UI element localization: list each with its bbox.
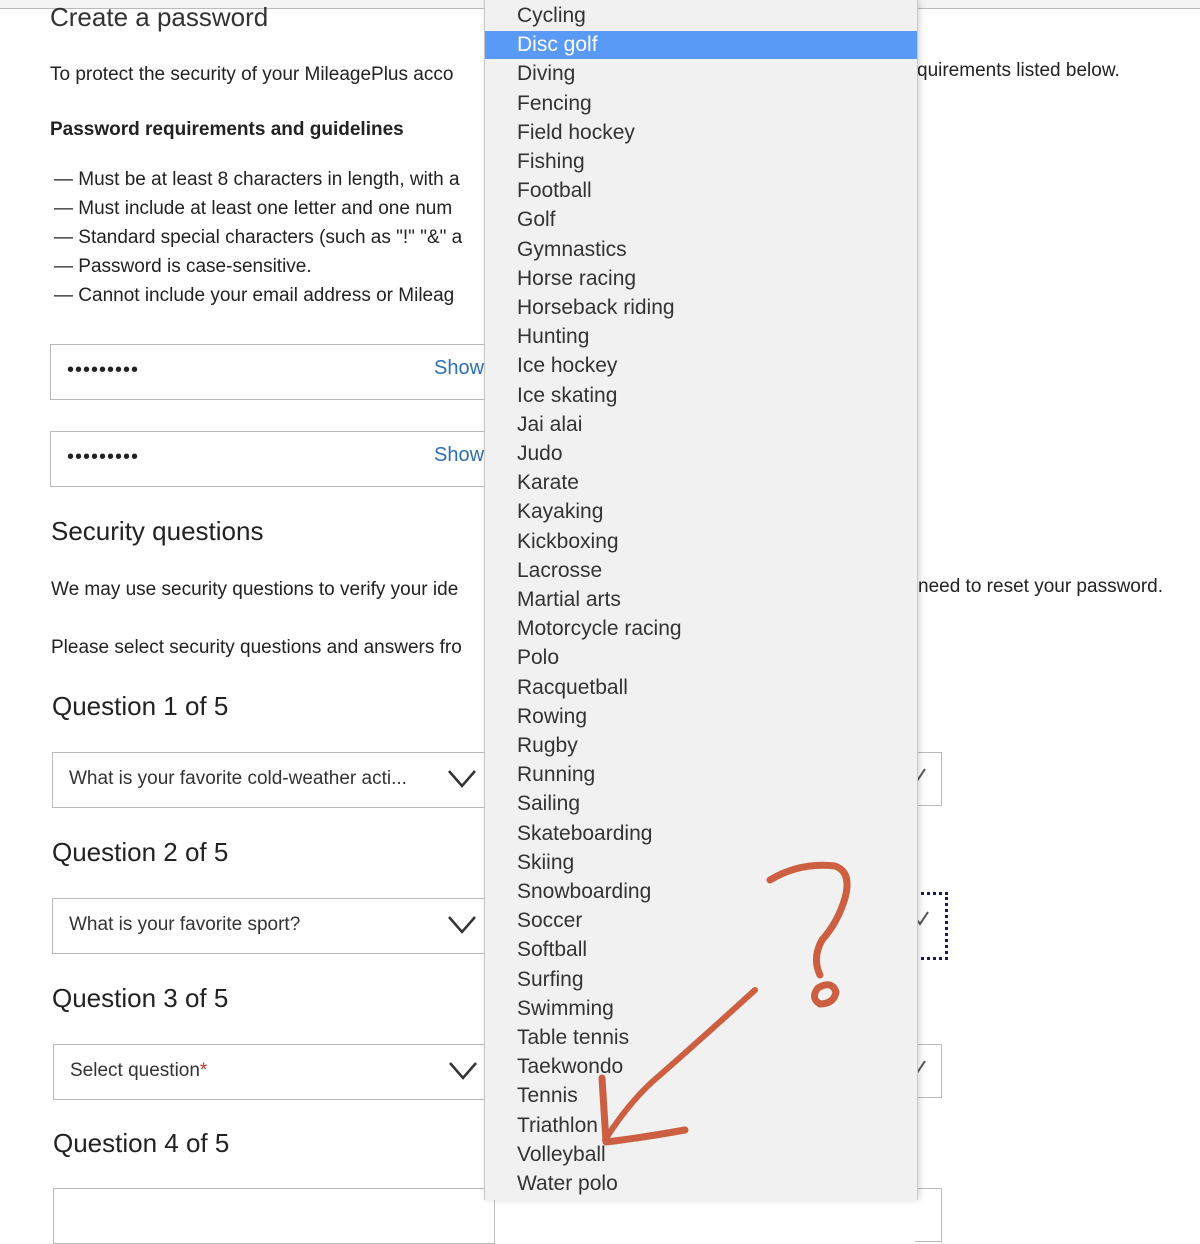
dropdown-option[interactable]: Martial arts	[485, 586, 917, 614]
question-1-value: What is your favorite cold-weather acti.…	[69, 768, 407, 789]
dropdown-option[interactable]: Rowing	[485, 703, 917, 731]
dropdown-option[interactable]: Golf	[485, 206, 917, 234]
confirm-password-value: •••••••••	[67, 446, 140, 468]
requirement-item: — Standard special characters (such as "…	[54, 227, 463, 248]
intro-text: To protect the security of your MileageP…	[50, 64, 454, 85]
security-intro-text: We may use security questions to verify …	[51, 579, 459, 600]
dropdown-option[interactable]: Volleyball	[485, 1141, 917, 1169]
dropdown-option[interactable]: Lacrosse	[485, 557, 917, 585]
dropdown-option[interactable]: Rugby	[485, 732, 917, 760]
dropdown-option[interactable]: Horse racing	[485, 265, 917, 293]
dropdown-option[interactable]: Hunting	[485, 323, 917, 351]
dropdown-option[interactable]: Water polo	[485, 1170, 917, 1198]
question-1-select[interactable]: What is your favorite cold-weather acti.…	[52, 752, 494, 808]
question-4-select[interactable]	[53, 1188, 495, 1244]
requirement-item: — Must be at least 8 characters in lengt…	[54, 169, 460, 190]
requirement-item: — Must include at least one letter and o…	[54, 198, 453, 219]
answer-3-field-edge[interactable]	[911, 1044, 942, 1098]
dropdown-option[interactable]: Cycling	[485, 2, 917, 30]
show-confirm-password-button[interactable]: Show	[434, 444, 484, 467]
answer-1-field-edge[interactable]	[911, 752, 942, 806]
dropdown-option[interactable]: Field hockey	[485, 119, 917, 147]
security-intro-text-continued: need to reset your password.	[918, 576, 1164, 597]
answer-4-field-edge[interactable]	[915, 1188, 942, 1242]
dropdown-option[interactable]: Table tennis	[485, 1024, 917, 1052]
dropdown-option[interactable]: Triathlon	[485, 1112, 917, 1140]
dropdown-option[interactable]: Snowboarding	[485, 878, 917, 906]
password-value: •••••••••	[67, 359, 140, 381]
page-title: Create a password	[50, 2, 269, 32]
question-3-placeholder: Select question*	[70, 1060, 207, 1082]
dropdown-option[interactable]: Karate	[485, 469, 917, 497]
dropdown-option[interactable]: Ice hockey	[485, 352, 917, 380]
dropdown-option[interactable]: Kayaking	[485, 498, 917, 526]
chevron-down-icon	[449, 1062, 477, 1080]
dropdown-option[interactable]: Softball	[485, 936, 917, 964]
dropdown-option[interactable]: Motorcycle racing	[485, 615, 917, 643]
dropdown-option[interactable]: Judo	[485, 440, 917, 468]
dropdown-option[interactable]: Soccer	[485, 907, 917, 935]
chevron-down-icon	[448, 916, 476, 934]
sport-dropdown-list[interactable]: Cycling Disc golf Diving Fencing Field hocke…	[484, 0, 918, 1200]
dropdown-option[interactable]: Disc golf	[485, 31, 917, 60]
dropdown-option[interactable]: Fishing	[485, 148, 917, 176]
dropdown-option[interactable]: Gymnastics	[485, 236, 917, 264]
question-3-value: Select question	[70, 1060, 200, 1081]
dropdown-option[interactable]: Running	[485, 761, 917, 789]
dropdown-option[interactable]: Jai alai	[485, 411, 917, 439]
intro-text-continued: quirements listed below.	[917, 60, 1120, 81]
chevron-down-icon	[448, 770, 476, 788]
dropdown-option[interactable]: Racquetball	[485, 674, 917, 702]
show-password-button[interactable]: Show	[434, 357, 484, 380]
dropdown-option[interactable]: Skiing	[485, 849, 917, 877]
dropdown-option[interactable]: Ice skating	[485, 382, 917, 410]
select-questions-text: Please select security questions and ans…	[51, 637, 462, 658]
requirement-item: — Cannot include your email address or M…	[54, 285, 455, 306]
dropdown-option[interactable]: Taekwondo	[485, 1053, 917, 1081]
dropdown-option[interactable]: Football	[485, 177, 917, 205]
dropdown-option[interactable]: Swimming	[485, 995, 917, 1023]
dropdown-option[interactable]: Surfing	[485, 966, 917, 994]
question-2-value: What is your favorite sport?	[69, 914, 301, 935]
question-3-heading: Question 3 of 5	[52, 983, 229, 1013]
question-2-select[interactable]: What is your favorite sport?	[52, 898, 494, 954]
question-3-select[interactable]: Select question*	[53, 1044, 495, 1100]
dropdown-option[interactable]: Skateboarding	[485, 820, 917, 848]
dropdown-option[interactable]: Sailing	[485, 790, 917, 818]
security-questions-heading: Security questions	[51, 516, 264, 546]
dropdown-option[interactable]: Fencing	[485, 90, 917, 118]
question-4-heading: Question 4 of 5	[53, 1128, 230, 1158]
dropdown-option[interactable]: Horseback riding	[485, 294, 917, 322]
question-2-heading: Question 2 of 5	[52, 837, 229, 867]
question-1-heading: Question 1 of 5	[52, 691, 229, 721]
requirement-item: — Password is case-sensitive.	[54, 256, 312, 277]
requirements-heading: Password requirements and guidelines	[50, 119, 404, 140]
dropdown-option[interactable]: Polo	[485, 644, 917, 672]
dropdown-option[interactable]: Diving	[485, 60, 917, 88]
required-asterisk: *	[199, 1060, 208, 1081]
dropdown-option[interactable]: Kickboxing	[485, 528, 917, 556]
confirm-password-field[interactable]: ••••••••• Show	[50, 431, 512, 487]
password-field[interactable]: ••••••••• Show	[50, 344, 512, 400]
dropdown-option[interactable]: Tennis	[485, 1082, 917, 1110]
